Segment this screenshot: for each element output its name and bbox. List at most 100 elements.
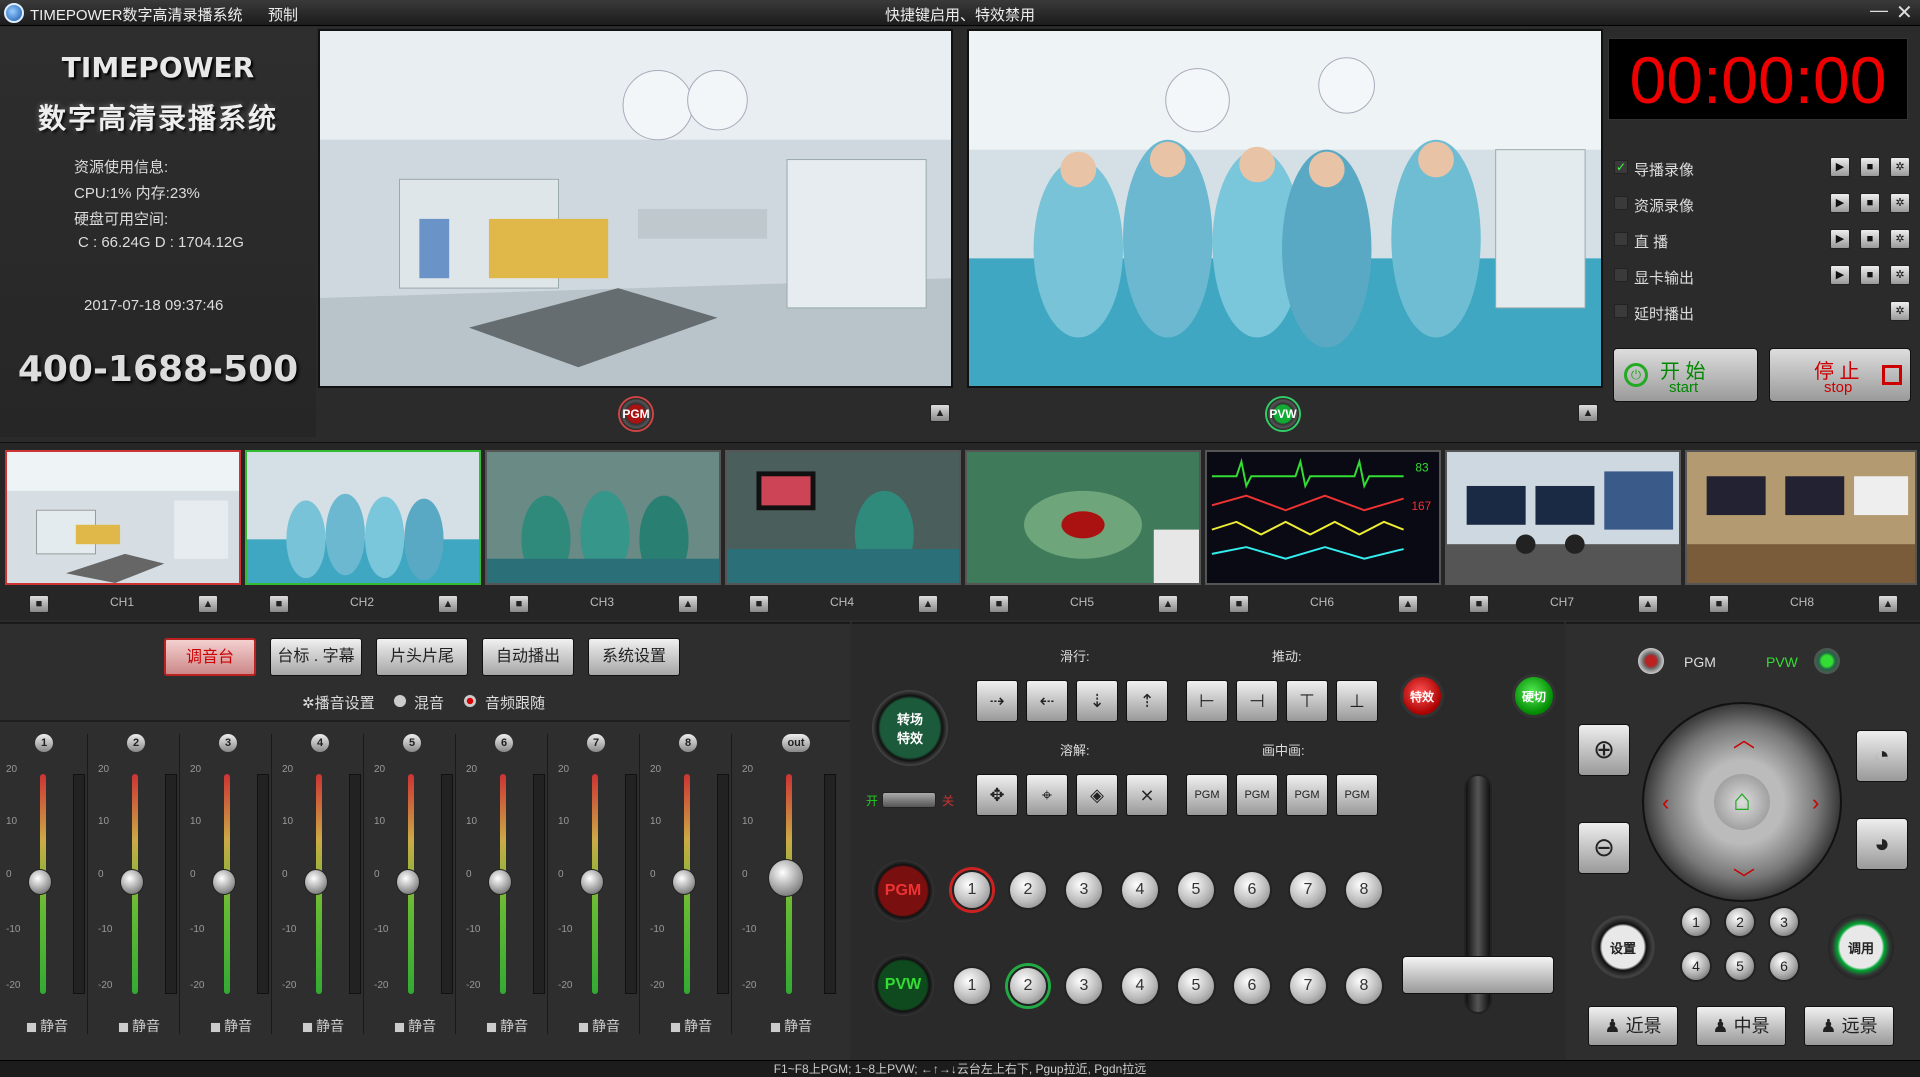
- focus-near-button[interactable]: ◔: [1856, 730, 1908, 782]
- pgm-source-2[interactable]: 2: [1008, 870, 1048, 910]
- pvw-source-1[interactable]: 1: [952, 966, 992, 1006]
- mute-toggle[interactable]: 静音: [210, 1016, 252, 1036]
- tab-intro-outro[interactable]: 片头片尾: [376, 638, 468, 676]
- dissolve-expand-button[interactable]: ✥: [976, 774, 1018, 816]
- pgm-source-5[interactable]: 5: [1176, 870, 1216, 910]
- stop-button[interactable]: 停 止 stop: [1769, 348, 1911, 402]
- stop-icon[interactable]: ■: [1860, 265, 1880, 285]
- rec-gpu-checkbox[interactable]: [1614, 268, 1628, 282]
- pgm-source-3[interactable]: 3: [1064, 870, 1104, 910]
- play-icon[interactable]: ▶: [1830, 229, 1850, 249]
- pip-2-button[interactable]: PGM: [1236, 774, 1278, 816]
- dissolve-collapse-button[interactable]: ⌖: [1026, 774, 1068, 816]
- ch5-camera-icon[interactable]: ■: [989, 595, 1009, 613]
- pvw-source-5[interactable]: 5: [1176, 966, 1216, 1006]
- ch8-thumbnail[interactable]: [1685, 450, 1917, 585]
- ptz-home-icon[interactable]: ⌂: [1714, 774, 1770, 830]
- rec-resource-checkbox[interactable]: [1614, 196, 1628, 210]
- preset-set-button[interactable]: 设置: [1590, 914, 1656, 980]
- gear-icon[interactable]: ✲: [1890, 193, 1910, 213]
- focus-far-button[interactable]: ◕: [1856, 818, 1908, 870]
- ch4-snapshot-icon[interactable]: ▲: [918, 595, 938, 613]
- mute-toggle[interactable]: 静音: [394, 1016, 436, 1036]
- pvw-source-6[interactable]: 6: [1232, 966, 1272, 1006]
- fader-knob[interactable]: [120, 869, 144, 895]
- near-shot-button[interactable]: ♟ 近景: [1588, 1006, 1678, 1046]
- fader-knob[interactable]: [28, 869, 52, 895]
- rec-director[interactable]: ✓ 导播录像 ▶ ■ ✲: [1614, 155, 1914, 181]
- ch8-snapshot-icon[interactable]: ▲: [1878, 595, 1898, 613]
- preset-2[interactable]: 2: [1724, 906, 1756, 938]
- play-icon[interactable]: ▶: [1830, 265, 1850, 285]
- mute-toggle[interactable]: 静音: [486, 1016, 528, 1036]
- fader-knob[interactable]: [212, 869, 236, 895]
- transition-effect-button[interactable]: 转场 特效: [872, 690, 948, 766]
- transition-toggle[interactable]: [882, 792, 936, 808]
- ch6-snapshot-icon[interactable]: ▲: [1398, 595, 1418, 613]
- gear-icon[interactable]: ✲: [1890, 157, 1910, 177]
- rec-delay[interactable]: 延时播出 ✲: [1614, 299, 1914, 325]
- start-button[interactable]: ⏻ 开 始 start: [1613, 348, 1758, 402]
- t-bar-handle[interactable]: [1402, 956, 1554, 994]
- ch2-snapshot-icon[interactable]: ▲: [438, 595, 458, 613]
- ptz-pvw-radio[interactable]: [1814, 648, 1840, 674]
- ptz-left-icon[interactable]: ‹: [1662, 790, 1669, 816]
- far-shot-button[interactable]: ♟ 远景: [1804, 1006, 1894, 1046]
- tab-system-settings[interactable]: 系统设置: [588, 638, 680, 676]
- ptz-down-icon[interactable]: ﹀: [1733, 862, 1755, 894]
- tab-logo-subtitle[interactable]: 台标 . 字幕: [270, 638, 362, 676]
- zoom-out-button[interactable]: ⊖: [1578, 822, 1630, 874]
- rec-gpu-output[interactable]: 显卡输出 ▶ ■ ✲: [1614, 263, 1914, 289]
- pip-3-button[interactable]: PGM: [1286, 774, 1328, 816]
- fader-knob[interactable]: [580, 869, 604, 895]
- dissolve-cross-button[interactable]: ⨯: [1126, 774, 1168, 816]
- preset-3[interactable]: 3: [1768, 906, 1800, 938]
- ch3-thumbnail[interactable]: [485, 450, 721, 585]
- fader-knob[interactable]: [396, 869, 420, 895]
- pgm-snapshot-icon[interactable]: ▲: [930, 404, 950, 422]
- mute-toggle[interactable]: 静音: [302, 1016, 344, 1036]
- ch2-camera-icon[interactable]: ■: [269, 595, 289, 613]
- pgm-source-7[interactable]: 7: [1288, 870, 1328, 910]
- ch3-snapshot-icon[interactable]: ▲: [678, 595, 698, 613]
- pvw-source-3[interactable]: 3: [1064, 966, 1104, 1006]
- ch6-thumbnail[interactable]: 83 167: [1205, 450, 1441, 585]
- mute-toggle[interactable]: 静音: [578, 1016, 620, 1036]
- ch5-thumbnail[interactable]: [965, 450, 1201, 585]
- stop-icon[interactable]: ■: [1860, 229, 1880, 249]
- preset-5[interactable]: 5: [1724, 950, 1756, 982]
- stop-icon[interactable]: ■: [1860, 193, 1880, 213]
- ch8-camera-icon[interactable]: ■: [1709, 595, 1729, 613]
- push-down-button[interactable]: ⊤: [1286, 680, 1328, 722]
- rec-delay-checkbox[interactable]: [1614, 304, 1628, 318]
- slide-up-button[interactable]: ⇡: [1126, 680, 1168, 722]
- fader-knob[interactable]: [768, 859, 804, 897]
- mute-toggle[interactable]: 静音: [118, 1016, 160, 1036]
- zoom-in-button[interactable]: ⊕: [1578, 724, 1630, 776]
- ch4-camera-icon[interactable]: ■: [749, 595, 769, 613]
- mute-toggle[interactable]: 静音: [670, 1016, 712, 1036]
- pvw-snapshot-icon[interactable]: ▲: [1578, 404, 1598, 422]
- hard-cut-button[interactable]: 硬切: [1512, 674, 1556, 718]
- mute-toggle[interactable]: 静音: [26, 1016, 68, 1036]
- medium-shot-button[interactable]: ♟ 中景: [1696, 1006, 1786, 1046]
- slide-right-button[interactable]: ⇢: [976, 680, 1018, 722]
- close-button[interactable]: ✕: [1896, 0, 1913, 25]
- ch5-snapshot-icon[interactable]: ▲: [1158, 595, 1178, 613]
- ch7-thumbnail[interactable]: [1445, 450, 1681, 585]
- push-right-button[interactable]: ⊢: [1186, 680, 1228, 722]
- stop-icon[interactable]: ■: [1860, 157, 1880, 177]
- ch1-camera-icon[interactable]: ■: [29, 595, 49, 613]
- fader-knob[interactable]: [304, 869, 328, 895]
- fader-knob[interactable]: [488, 869, 512, 895]
- mix-radio[interactable]: [393, 694, 407, 708]
- pvw-source-2[interactable]: 2: [1008, 966, 1048, 1006]
- ch3-camera-icon[interactable]: ■: [509, 595, 529, 613]
- preset-6[interactable]: 6: [1768, 950, 1800, 982]
- mute-toggle[interactable]: 静音: [770, 1016, 812, 1036]
- ch4-thumbnail[interactable]: [725, 450, 961, 585]
- ptz-pgm-radio[interactable]: [1638, 648, 1664, 674]
- follow-radio[interactable]: [463, 694, 477, 708]
- broadcast-settings[interactable]: ✲播音设置: [302, 692, 375, 713]
- rec-resource[interactable]: 资源录像 ▶ ■ ✲: [1614, 191, 1914, 217]
